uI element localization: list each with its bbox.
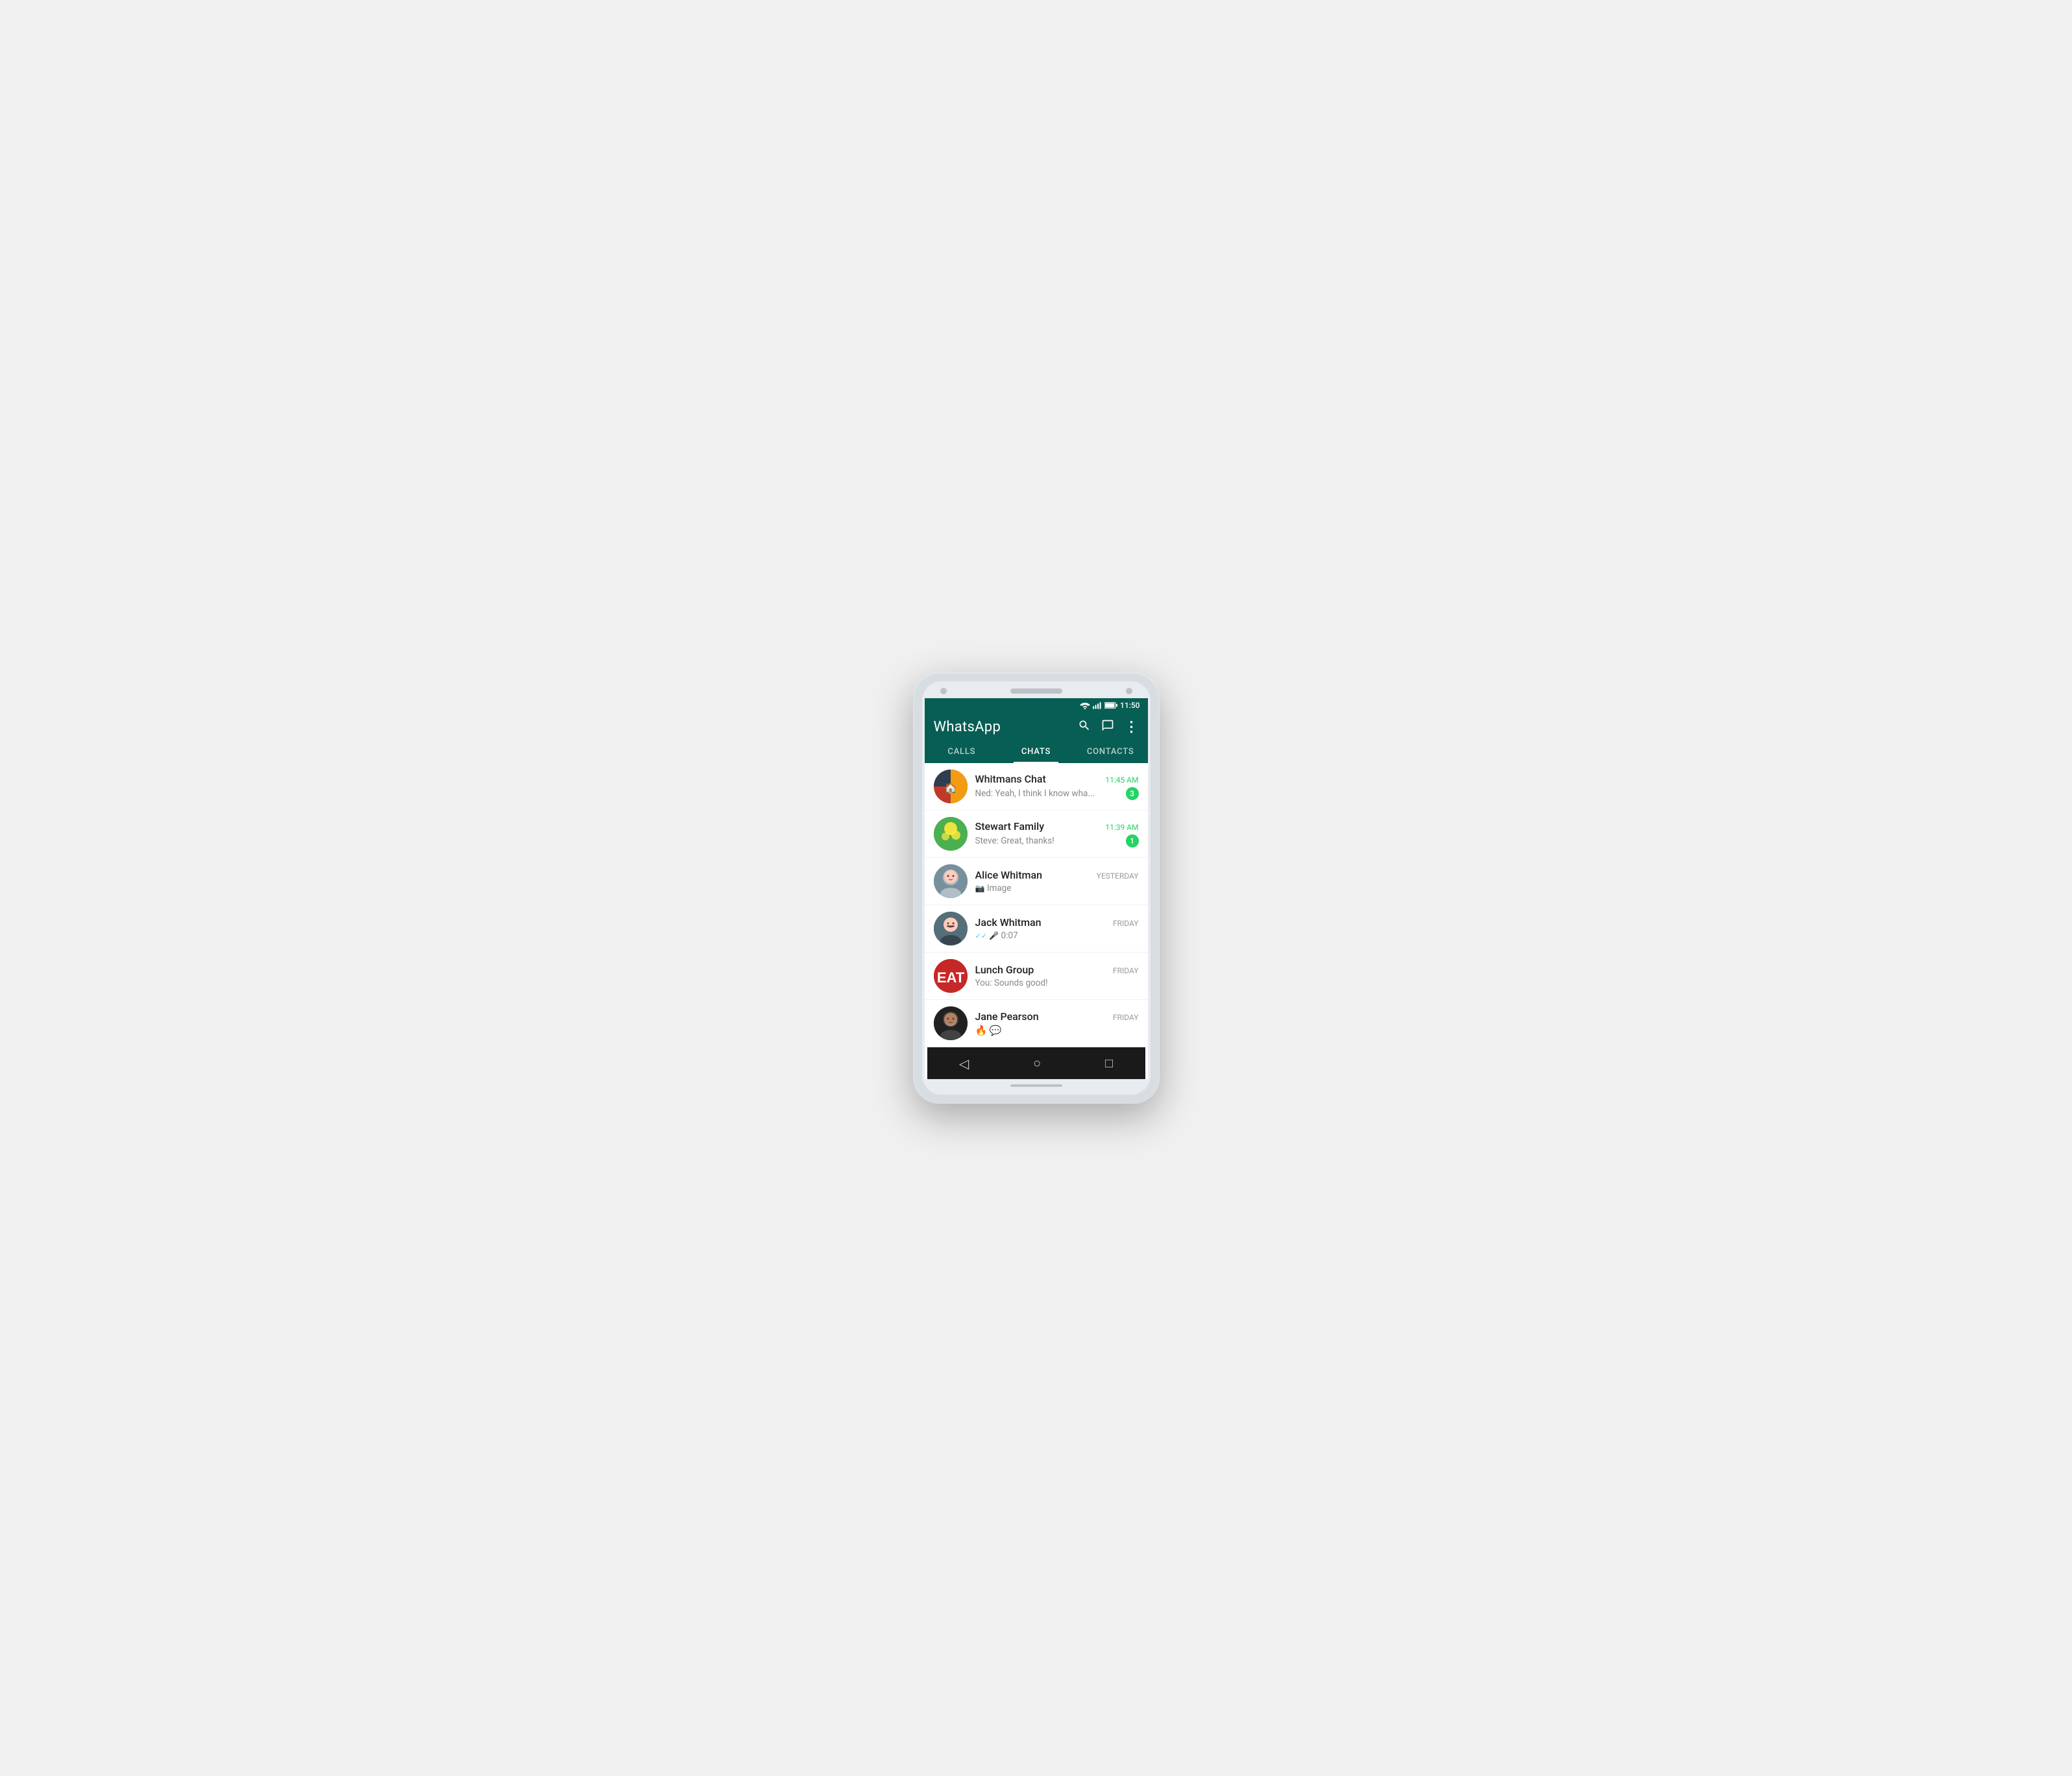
chat-preview-jack: ✓✓ 🎤 0:07 <box>975 931 1139 941</box>
app-title: WhatsApp <box>934 719 1001 735</box>
battery-icon <box>1104 701 1117 709</box>
chat-preview-whitmans: Ned: Yeah, I think I know wha... <box>975 788 1126 799</box>
chat-preview-alice: 📷 Image <box>975 883 1139 894</box>
compose-icon[interactable] <box>1101 719 1114 735</box>
status-time: 11:50 <box>1120 701 1140 710</box>
chat-item-whitmans[interactable]: 🏠 Whitmans Chat 11:45 AM Ned: Yeah, I th… <box>925 763 1148 810</box>
chat-item-jack[interactable]: Jack Whitman FRIDAY ✓✓ 🎤 0:07 <box>925 905 1148 953</box>
chat-content-alice: Alice Whitman YESTERDAY 📷 Image <box>975 869 1139 894</box>
nav-recents-icon[interactable]: □ <box>1105 1055 1113 1071</box>
more-menu-icon[interactable]: ⋮ <box>1125 719 1139 735</box>
chat-top-alice: Alice Whitman YESTERDAY <box>975 869 1139 881</box>
chat-time-jack: FRIDAY <box>1113 919 1139 928</box>
chat-top-lunch: Lunch Group FRIDAY <box>975 964 1139 976</box>
chat-bottom-stewart: Steve: Great, thanks! 1 <box>975 834 1139 847</box>
chat-content-jack: Jack Whitman FRIDAY ✓✓ 🎤 0:07 <box>975 916 1139 941</box>
svg-text:EAT: EAT <box>936 969 964 986</box>
front-camera <box>940 688 947 694</box>
avatar-jane <box>934 1006 968 1040</box>
status-bar: 11:50 <box>925 698 1148 712</box>
chat-name-stewart: Stewart Family <box>975 820 1045 833</box>
chat-time-jane: FRIDAY <box>1113 1013 1139 1022</box>
badge-whitmans: 3 <box>1126 787 1139 800</box>
chat-name-alice: Alice Whitman <box>975 869 1043 881</box>
search-icon[interactable] <box>1078 719 1091 735</box>
avatar-alice <box>934 864 968 898</box>
chat-bottom-alice: 📷 Image <box>975 883 1139 894</box>
wifi-icon <box>1080 701 1090 709</box>
signal-icon <box>1093 701 1102 709</box>
chat-item-jane[interactable]: Jane Pearson FRIDAY 🔥 💬 <box>925 1000 1148 1047</box>
tab-contacts[interactable]: CONTACTS <box>1073 739 1148 763</box>
nav-home-icon[interactable]: ○ <box>1033 1055 1041 1071</box>
chat-bottom-jack: ✓✓ 🎤 0:07 <box>975 931 1139 941</box>
avatar-lunch: EAT <box>934 959 968 993</box>
chat-content-whitmans: Whitmans Chat 11:45 AM Ned: Yeah, I thin… <box>975 773 1139 800</box>
tabs-bar: CALLS CHATS CONTACTS <box>925 739 1148 763</box>
chat-preview-lunch: You: Sounds good! <box>975 978 1139 988</box>
phone-inner: 11:50 WhatsApp ⋮ <box>922 681 1151 1095</box>
chat-time-lunch: FRIDAY <box>1113 966 1139 975</box>
avatar-jack <box>934 912 968 945</box>
nav-back-icon[interactable]: ◁ <box>959 1056 969 1071</box>
chat-time-whitmans: 11:45 AM <box>1105 775 1138 785</box>
chat-preview-stewart: Steve: Great, thanks! <box>975 836 1126 846</box>
svg-text:🏠: 🏠 <box>944 782 957 794</box>
avatar-stewart <box>934 817 968 851</box>
status-icons: 11:50 <box>1080 701 1140 710</box>
chat-preview-jane: 🔥 💬 <box>975 1025 1139 1036</box>
tab-calls[interactable]: CALLS <box>925 739 999 763</box>
phone-top-bar <box>922 681 1151 698</box>
chat-list: 🏠 Whitmans Chat 11:45 AM Ned: Yeah, I th… <box>925 763 1148 1047</box>
app-header: WhatsApp ⋮ <box>925 712 1148 739</box>
sensor <box>1126 688 1132 694</box>
chat-top-jack: Jack Whitman FRIDAY <box>975 916 1139 929</box>
chat-content-stewart: Stewart Family 11:39 AM Steve: Great, th… <box>975 820 1139 847</box>
chat-name-whitmans: Whitmans Chat <box>975 773 1046 785</box>
chat-top-jane: Jane Pearson FRIDAY <box>975 1010 1139 1023</box>
nav-bar: ◁ ○ □ <box>927 1047 1145 1079</box>
chat-item-stewart[interactable]: Stewart Family 11:39 AM Steve: Great, th… <box>925 810 1148 858</box>
phone-screen: 11:50 WhatsApp ⋮ <box>925 698 1148 1079</box>
badge-stewart: 1 <box>1126 834 1139 847</box>
chat-time-alice: YESTERDAY <box>1097 871 1139 881</box>
chat-item-alice[interactable]: Alice Whitman YESTERDAY 📷 Image <box>925 858 1148 905</box>
phone-device: 11:50 WhatsApp ⋮ <box>913 672 1160 1104</box>
chat-time-stewart: 11:39 AM <box>1105 823 1138 832</box>
chat-name-lunch: Lunch Group <box>975 964 1034 976</box>
speaker <box>1010 688 1062 694</box>
chat-content-jane: Jane Pearson FRIDAY 🔥 💬 <box>975 1010 1139 1036</box>
chat-name-jane: Jane Pearson <box>975 1010 1039 1023</box>
chat-item-lunch[interactable]: EAT Lunch Group FRIDAY You: Sounds good! <box>925 953 1148 1000</box>
chat-content-lunch: Lunch Group FRIDAY You: Sounds good! <box>975 964 1139 988</box>
chat-bottom-lunch: You: Sounds good! <box>975 978 1139 988</box>
tab-chats[interactable]: CHATS <box>999 739 1073 763</box>
chat-bottom-jane: 🔥 💬 <box>975 1025 1139 1036</box>
chat-top-stewart: Stewart Family 11:39 AM <box>975 820 1139 833</box>
chat-top-whitmans: Whitmans Chat 11:45 AM <box>975 773 1139 785</box>
chat-name-jack: Jack Whitman <box>975 916 1042 929</box>
home-indicator <box>1010 1084 1062 1087</box>
header-icons: ⋮ <box>1078 719 1139 735</box>
avatar-whitmans: 🏠 <box>934 770 968 803</box>
phone-bottom-bar <box>922 1079 1151 1095</box>
chat-bottom-whitmans: Ned: Yeah, I think I know wha... 3 <box>975 787 1139 800</box>
